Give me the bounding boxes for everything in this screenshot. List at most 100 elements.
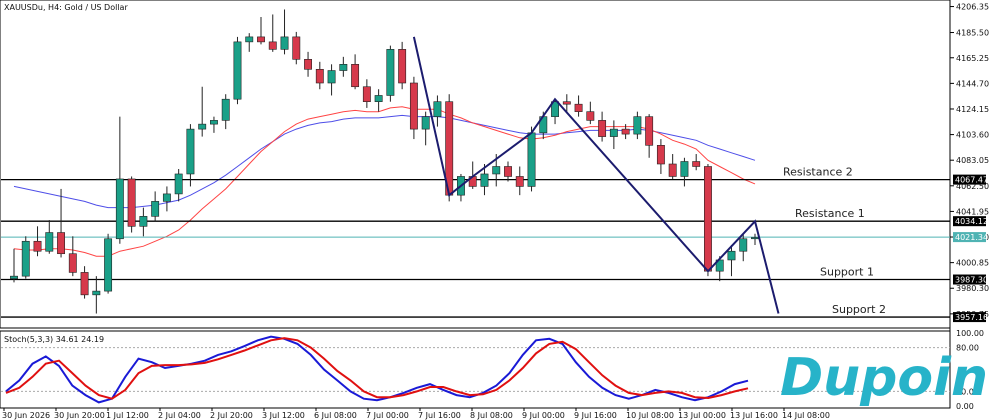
candle-body	[504, 166, 512, 177]
x-tick-label: 9 Jul 16:00	[574, 411, 617, 420]
candle-body	[621, 128, 630, 135]
x-tick-label: 2 Jul 20:00	[210, 411, 253, 420]
x-tick-label: 1 Jul 12:00	[106, 411, 149, 420]
x-tick-label: 7 Jul 16:00	[418, 411, 461, 420]
candle-body	[751, 237, 759, 240]
candle-body	[680, 161, 689, 177]
level-price-tag-text: 3957.16	[955, 313, 988, 322]
candle-body	[574, 103, 583, 112]
candle-body	[186, 128, 195, 175]
y-tick-label: 4041.95	[956, 207, 989, 216]
candle-body	[633, 116, 642, 135]
candle-body	[398, 49, 407, 84]
level-price-tag-text: 4067.47	[955, 176, 988, 185]
level-label: Support 2	[832, 303, 886, 316]
x-tick-label: 8 Jul 08:00	[470, 411, 513, 420]
candle-body	[586, 111, 595, 121]
candle-body	[80, 272, 89, 296]
stoch-title: Stoch(5,3,3) 34.61 24.19	[4, 335, 104, 344]
candle-body	[315, 68, 324, 84]
stoch-y-tick-label: 100.00	[956, 329, 984, 338]
x-tick-label: 3 Jul 12:00	[262, 411, 305, 420]
candle-body	[33, 240, 42, 252]
candle-body	[480, 173, 489, 187]
dupoin-logo: Dupoin	[780, 348, 988, 408]
x-tick-label: 13 Jul 16:00	[730, 411, 778, 420]
candle-body	[351, 64, 360, 88]
level-label: Resistance 1	[795, 207, 865, 220]
candle-body	[21, 240, 30, 277]
candle-body	[409, 82, 418, 130]
candle-body	[268, 41, 277, 50]
candle-body	[198, 123, 207, 130]
logo-text: Dupoin	[780, 348, 988, 408]
candle-body	[692, 161, 701, 167]
x-tick-label: 7 Jul 00:00	[366, 411, 409, 420]
candle-body	[492, 166, 501, 175]
candle-body	[421, 116, 430, 130]
candle-body	[68, 253, 77, 273]
candle-body	[221, 98, 230, 121]
candle-body	[645, 116, 654, 146]
x-tick-label: 13 Jul 00:00	[678, 411, 726, 420]
candle-body	[515, 176, 524, 187]
candle-body	[104, 238, 113, 292]
x-tick-label: 10 Jul 08:00	[626, 411, 674, 420]
candle-body	[668, 163, 677, 177]
candle-body	[139, 216, 148, 227]
x-tick-label: 14 Jul 08:00	[782, 411, 830, 420]
x-tick-label: 9 Jul 00:00	[522, 411, 565, 420]
candle-body	[739, 238, 748, 252]
level-price-tag-text: 4034.12	[955, 217, 988, 226]
y-tick-label: 4000.85	[956, 259, 989, 268]
y-tick-label: 4185.50	[956, 29, 989, 38]
chart-title: XAUUSDu, H4: Gold / US Dollar	[4, 3, 128, 12]
candle-body	[151, 201, 160, 217]
level-price-tag-text: 3987.30	[955, 276, 988, 285]
candle-body	[609, 128, 618, 137]
x-tick-label: 30 Jun 2026	[2, 411, 50, 420]
candle-body	[304, 59, 312, 70]
candle-body	[527, 132, 536, 187]
candle-body	[210, 120, 218, 125]
candle-body	[10, 275, 18, 279]
candle-body	[727, 250, 736, 261]
candle-body	[174, 173, 183, 195]
candle-body	[433, 101, 442, 117]
y-tick-label: 4144.70	[956, 79, 989, 88]
y-tick-label: 4206.35	[956, 3, 989, 12]
price-panel-frame	[0, 0, 951, 329]
candle-body	[386, 49, 395, 96]
y-tick-label: 4083.05	[956, 156, 989, 165]
candle-body	[374, 95, 383, 102]
y-tick-label: 4103.60	[956, 131, 989, 140]
candle-body	[704, 166, 712, 272]
candle-body	[280, 36, 289, 50]
candle-body	[162, 193, 171, 202]
candle-body	[127, 178, 136, 227]
y-tick-label: 3980.30	[956, 284, 989, 293]
candle-body	[362, 86, 371, 102]
candle-body	[257, 36, 265, 43]
level-label: Support 1	[820, 266, 874, 279]
candle-body	[92, 290, 101, 296]
candle-body	[598, 120, 607, 137]
x-tick-label: 6 Jul 08:00	[314, 411, 357, 420]
y-tick-label: 4124.15	[956, 105, 989, 114]
y-tick-label: 4165.25	[956, 54, 989, 63]
candle-body	[245, 36, 254, 43]
candle-body	[115, 178, 124, 240]
candle-body	[233, 41, 242, 100]
candle-body	[327, 70, 336, 84]
level-label: Resistance 2	[783, 166, 853, 179]
candle-body	[656, 145, 665, 165]
candle-body	[562, 101, 571, 105]
x-tick-label: 2 Jul 04:00	[158, 411, 201, 420]
candle-body	[339, 64, 348, 71]
current-price-tag-text: 4021.34	[955, 233, 988, 242]
x-tick-label: 30 Jun 20:00	[54, 411, 105, 420]
candle-body	[45, 232, 54, 252]
candle-body	[57, 232, 65, 255]
candle-body	[292, 36, 301, 60]
chart-root: Resistance 2 Resistance 1 Support 1 Support…	[0, 0, 989, 420]
